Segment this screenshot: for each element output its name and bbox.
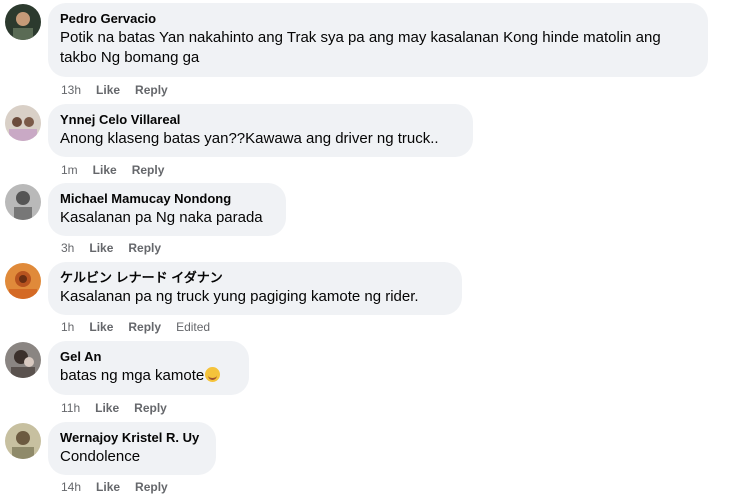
like-button[interactable]: Like — [89, 240, 113, 256]
comment-author[interactable]: Ynnej Celo Villareal — [60, 111, 461, 128]
comment-text: Kasalanan pa Ng naka parada — [60, 209, 263, 226]
avatar-image — [5, 4, 41, 40]
avatar-image — [5, 184, 41, 220]
comment-timestamp[interactable]: 1m — [61, 162, 78, 178]
comment-author[interactable]: Gel An — [60, 348, 237, 365]
like-button[interactable]: Like — [96, 479, 120, 495]
comment-bubble: ケルビン レナード イダナン Kasalanan pa ng truck yun… — [48, 262, 462, 315]
comment-actions: 1h Like Reply Edited — [61, 319, 225, 335]
comment-timestamp[interactable]: 1h — [61, 319, 74, 335]
reply-button[interactable]: Reply — [128, 319, 161, 335]
comment-bubble: Gel An batas ng mga kamote — [48, 341, 249, 395]
comment-bubble: Michael Mamucay Nondong Kasalanan pa Ng … — [48, 183, 286, 236]
comment-actions: 11h Like Reply — [61, 400, 182, 416]
reply-button[interactable]: Reply — [135, 82, 168, 98]
comment-actions: 14h Like Reply — [61, 479, 183, 495]
comment-timestamp[interactable]: 13h — [61, 82, 81, 98]
comment-author[interactable]: Pedro Gervacio — [60, 10, 696, 27]
reply-button[interactable]: Reply — [132, 162, 165, 178]
reply-button[interactable]: Reply — [134, 400, 167, 416]
comment-author[interactable]: Wernajoy Kristel R. Uy — [60, 429, 204, 446]
avatar[interactable] — [5, 4, 41, 40]
comment-actions: 1m Like Reply — [61, 162, 179, 178]
grimace-emoji-icon — [205, 367, 221, 382]
comment-timestamp[interactable]: 3h — [61, 240, 74, 256]
like-button[interactable]: Like — [89, 319, 113, 335]
like-button[interactable]: Like — [93, 162, 117, 178]
comment-text: Kasalanan pa ng truck yung pagiging kamo… — [60, 288, 419, 305]
comment-actions: 3h Like Reply — [61, 240, 176, 256]
like-button[interactable]: Like — [95, 400, 119, 416]
avatar[interactable] — [5, 263, 41, 299]
comment-timestamp[interactable]: 14h — [61, 479, 81, 495]
avatar[interactable] — [5, 342, 41, 378]
comment-text: batas ng mga kamote — [60, 366, 237, 386]
avatar-image — [5, 342, 41, 378]
comment-text: Anong klaseng batas yan??Kawawa ang driv… — [60, 130, 439, 147]
avatar[interactable] — [5, 184, 41, 220]
comment-author[interactable]: Michael Mamucay Nondong — [60, 190, 274, 207]
comment-text-content: batas ng mga kamote — [60, 367, 205, 384]
avatar[interactable] — [5, 105, 41, 141]
comment-text: Potik na batas Yan nakahinto ang Trak sy… — [60, 29, 661, 66]
comment-timestamp[interactable]: 11h — [61, 400, 80, 416]
like-button[interactable]: Like — [96, 82, 120, 98]
comment-bubble: Pedro Gervacio Potik na batas Yan nakahi… — [48, 3, 708, 77]
comment-actions: 13h Like Reply — [61, 82, 183, 98]
avatar-image — [5, 423, 41, 459]
reply-button[interactable]: Reply — [135, 479, 168, 495]
reply-button[interactable]: Reply — [128, 240, 161, 256]
comment-author[interactable]: ケルビン レナード イダナン — [60, 269, 450, 286]
avatar[interactable] — [5, 423, 41, 459]
avatar-image — [5, 105, 41, 141]
comment-bubble: Ynnej Celo Villareal Anong klaseng batas… — [48, 104, 473, 157]
avatar-image — [5, 263, 41, 299]
edited-label[interactable]: Edited — [176, 319, 210, 335]
comment-bubble: Wernajoy Kristel R. Uy Condolence — [48, 422, 216, 475]
comment-text: Condolence — [60, 448, 141, 465]
